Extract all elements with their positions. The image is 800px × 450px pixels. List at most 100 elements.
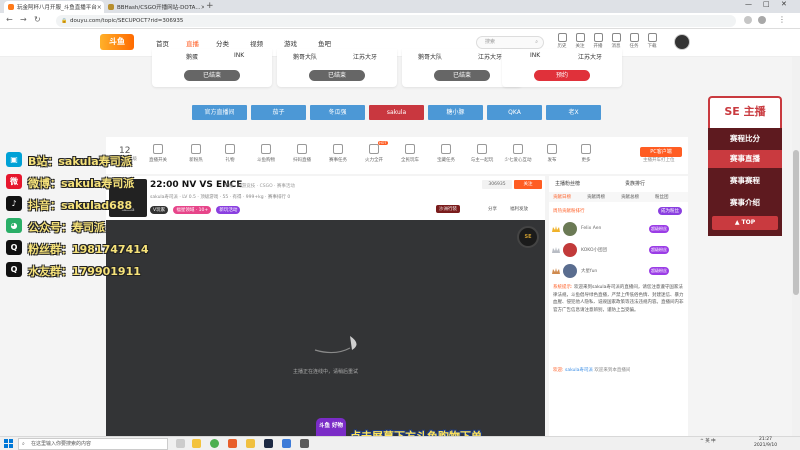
browser-tab[interactable]: BBHash/CSGO开播网站-DOTA... ×: [104, 1, 204, 13]
welfare-button[interactable]: 福利发放: [510, 206, 528, 212]
streamer-tab-active[interactable]: sakula: [369, 105, 424, 120]
activity-item[interactable]: 新粉热: [182, 144, 210, 163]
tab-fanclub[interactable]: 粉丝团: [655, 194, 669, 200]
forward-icon[interactable]: →: [20, 15, 27, 24]
activity-item[interactable]: 扫码直播: [288, 144, 316, 163]
douyu-logo[interactable]: 斗鱼: [100, 34, 134, 50]
team-right: 江苏大牙: [353, 54, 378, 61]
go-live-button[interactable]: 开播: [588, 33, 608, 49]
reserve-button[interactable]: 预约: [534, 70, 590, 81]
back-icon[interactable]: ←: [6, 15, 13, 24]
reload-icon[interactable]: ↻: [34, 15, 41, 24]
follow-button[interactable]: 关注: [570, 33, 590, 49]
nav-video[interactable]: 视频: [250, 38, 263, 48]
scrollbar-thumb[interactable]: [793, 150, 799, 295]
tab-total[interactable]: 贡献总榜: [621, 194, 639, 200]
report-button[interactable]: 沙洲行装: [436, 205, 460, 213]
streamer-tab[interactable]: 官方直播间: [192, 105, 247, 120]
become-fan-button[interactable]: 成为粉丝: [658, 207, 682, 215]
loading-text: 主播正在连线中，请稍后重试: [292, 369, 358, 375]
event-schedule-score[interactable]: 赛程比分: [708, 130, 782, 148]
profile-icon[interactable]: [758, 16, 766, 24]
activity-item[interactable]: 宝藏任务: [432, 144, 460, 163]
ended-button[interactable]: 已结束: [184, 70, 240, 81]
tasks-button[interactable]: 任务: [624, 33, 644, 49]
tab-daily[interactable]: 贡献日榜: [553, 194, 571, 200]
url-field[interactable]: 🔒 douyu.com/topic/SECUPOCT?rid=306935: [56, 15, 736, 27]
browser-tab-active[interactable]: 玩金阿杯八月开服_斗鱼直播平台 ×: [4, 1, 104, 13]
share-button[interactable]: 分享: [488, 206, 497, 212]
app-icon[interactable]: [264, 439, 273, 448]
activity-item[interactable]: 全民玩车: [396, 144, 424, 163]
tab-weekly[interactable]: 贡献周榜: [587, 194, 605, 200]
app-icon[interactable]: [300, 439, 309, 448]
list-item[interactable]: Felix Aen 超级粉丝: [549, 220, 688, 240]
video-player[interactable]: SE 主播正在连线中，请稍后重试: [106, 220, 545, 436]
event-intro[interactable]: 赛事介绍: [708, 194, 782, 212]
nav-home[interactable]: 首页: [156, 38, 169, 48]
streamer-tab[interactable]: QKA: [487, 105, 542, 120]
messages-button[interactable]: 消息: [606, 33, 626, 49]
history-button[interactable]: 历史: [552, 33, 572, 49]
trophy-icon: [333, 144, 343, 154]
event-schedule[interactable]: 赛事赛程: [708, 172, 782, 190]
streamer-tab[interactable]: 冬瓜强: [310, 105, 365, 120]
back-to-top-button[interactable]: ▲ TOP: [712, 216, 778, 230]
new-tab-button[interactable]: +: [206, 1, 214, 11]
menu-icon[interactable]: ⋮: [778, 15, 786, 24]
activity-item[interactable]: 少七爱心互动: [504, 144, 532, 163]
task-view-icon[interactable]: [176, 439, 185, 448]
activity-item[interactable]: HOT 火力全开: [360, 141, 388, 163]
ended-button[interactable]: 已结束: [434, 70, 490, 81]
system-tray[interactable]: ^ 英 中: [700, 438, 716, 444]
team-right: 江苏大牙: [478, 54, 503, 61]
download-button[interactable]: 下载: [642, 33, 662, 49]
room-category[interactable]: 单端 · 同游竞技 · CSGO · 赛事活动: [224, 183, 295, 189]
tab-noble-rank[interactable]: 贵族排行: [625, 180, 645, 187]
nav-live[interactable]: 直播: [186, 38, 199, 48]
explorer-icon[interactable]: [192, 439, 201, 448]
search-icon[interactable]: ⌕: [535, 37, 538, 48]
streamer-tab[interactable]: 糖小豚: [428, 105, 483, 120]
room-tag[interactable]: 福星领域 · 10+: [173, 206, 212, 214]
avatar: [563, 243, 577, 257]
follow-button[interactable]: 关注: [514, 180, 542, 189]
close-icon[interactable]: ×: [97, 4, 102, 11]
streamer-tab[interactable]: 茄子: [251, 105, 306, 120]
chrome-icon[interactable]: [210, 439, 219, 448]
room-tag[interactable]: 新玩活动: [216, 206, 241, 214]
nav-category[interactable]: 分类: [216, 38, 229, 48]
app-icon[interactable]: [228, 439, 237, 448]
ended-button[interactable]: 已结束: [309, 70, 365, 81]
activity-item[interactable]: 礼物: [216, 144, 244, 163]
maximize-button[interactable]: □: [763, 0, 770, 8]
activity-item[interactable]: 斗鱼购物: [252, 144, 280, 163]
site-search-input[interactable]: 搜索 ⌕: [476, 36, 544, 49]
room-tags: V玩家 福星领域 · 10+ 新玩活动: [150, 205, 243, 214]
close-icon[interactable]: ×: [201, 4, 204, 11]
close-window-button[interactable]: ✕: [781, 0, 787, 8]
list-item[interactable]: 大星fun 超级粉丝: [549, 262, 688, 282]
clock[interactable]: 21:27 2021/9/10: [754, 437, 777, 449]
avatar[interactable]: [674, 34, 690, 50]
page-scrollbar[interactable]: [792, 57, 800, 437]
app-icon[interactable]: [282, 439, 291, 448]
activity-item[interactable]: 与主一起玩: [468, 144, 496, 163]
pc-client-button[interactable]: PC客户端: [640, 147, 682, 157]
nav-fishbar[interactable]: 鱼吧: [318, 38, 331, 48]
nav-game[interactable]: 游戏: [284, 38, 297, 48]
cart-icon: [261, 144, 271, 154]
tab-fan-rank[interactable]: 主播粉丝榜: [555, 180, 580, 187]
minimize-button[interactable]: —: [745, 0, 752, 8]
app-icon[interactable]: [246, 439, 255, 448]
list-item[interactable]: KOKO小团团 超级粉丝: [549, 241, 688, 261]
taskbar-search-input[interactable]: ⌕ 在这里输入你要搜索的内容: [18, 438, 168, 450]
activity-item[interactable]: 赛事任务: [324, 144, 352, 163]
streamer-tab[interactable]: 老X: [546, 105, 601, 120]
activity-item[interactable]: 发布: [538, 144, 566, 163]
event-live[interactable]: 赛事直播: [708, 150, 782, 168]
extension-icon[interactable]: [744, 16, 752, 24]
activity-item[interactable]: 更多: [572, 144, 600, 163]
windows-start-icon[interactable]: [4, 439, 13, 448]
team-right: INK: [234, 52, 245, 59]
